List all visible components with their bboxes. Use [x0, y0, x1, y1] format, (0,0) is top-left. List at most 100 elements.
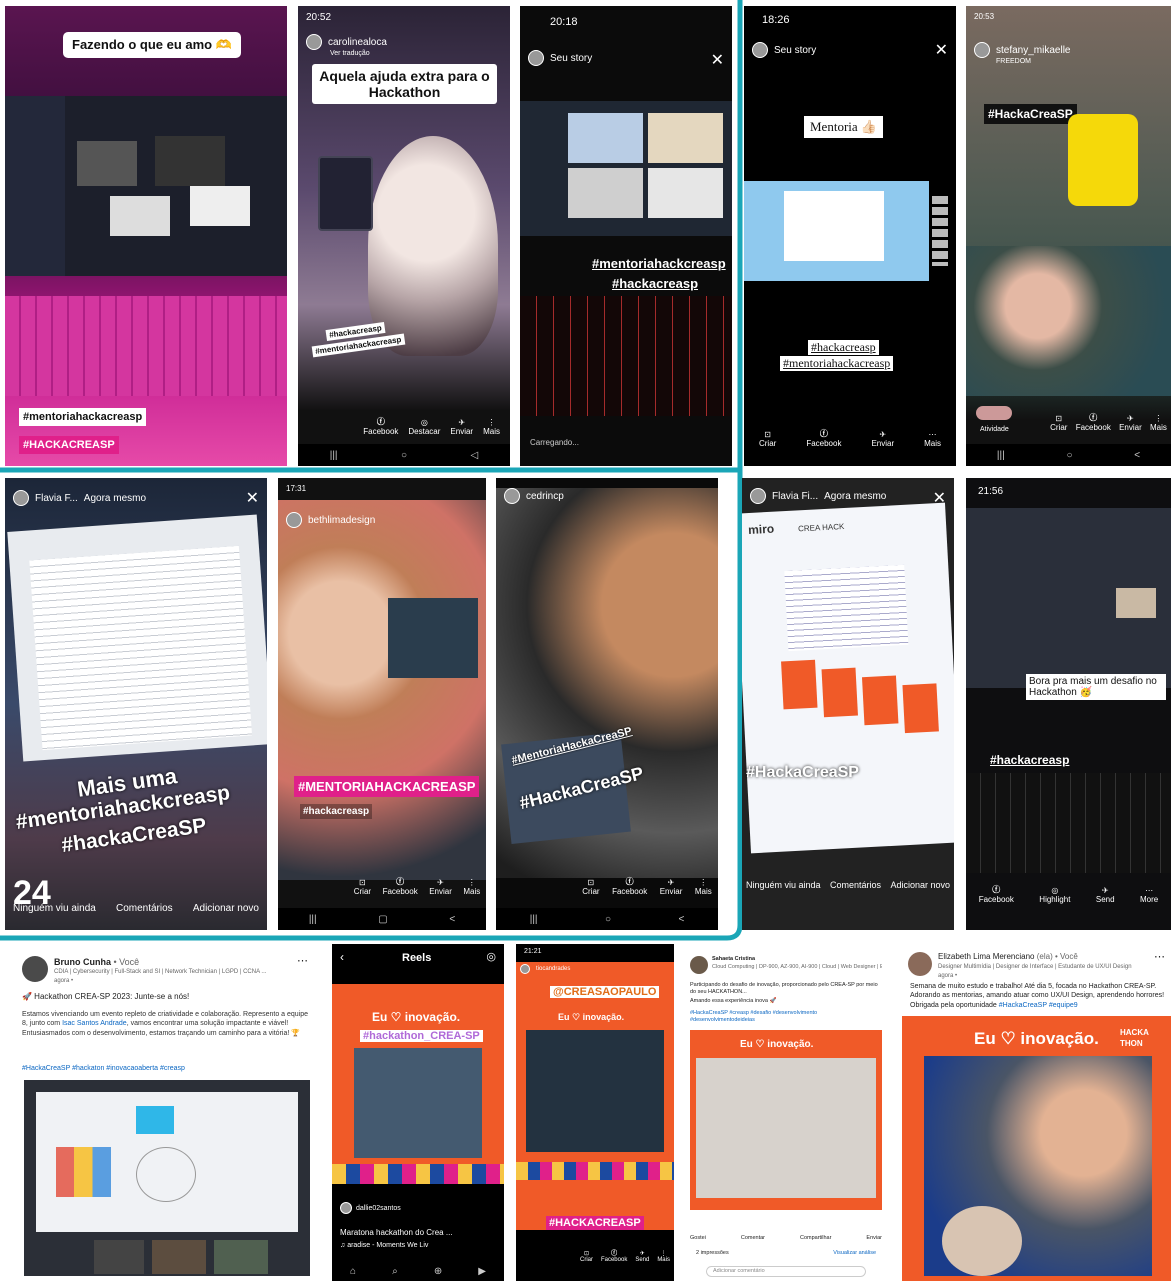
- close-icon[interactable]: ✕: [933, 488, 946, 508]
- share-button[interactable]: Compartilhar: [800, 1235, 831, 1242]
- linkedin-post-1[interactable]: Bruno Cunha • Você CDIA | Cybersecurity …: [18, 950, 314, 1278]
- video-call-tile: [1116, 588, 1156, 618]
- avatar[interactable]: [752, 42, 768, 58]
- close-icon[interactable]: ✕: [935, 40, 948, 60]
- author-name[interactable]: Sahaeta Cristina: [712, 956, 755, 963]
- highlight-button[interactable]: ◎ Highlight: [1039, 886, 1070, 904]
- send-button[interactable]: ✈ Send: [635, 1250, 649, 1263]
- reels-screen[interactable]: ‹ Reels ◎ Eu ♡ inovação. #hackathon_CREA…: [332, 944, 504, 1281]
- recent-apps-icon[interactable]: |||: [997, 450, 1005, 461]
- like-button[interactable]: Gostei: [690, 1235, 706, 1242]
- story-tile-4[interactable]: 18:26 Seu story ✕ Mentoria 👍🏻 #hackacrea…: [744, 6, 956, 466]
- story-username[interactable]: Flavia Fi...: [772, 491, 818, 502]
- more-button[interactable]: ⋯ Mais: [924, 430, 941, 448]
- back-icon[interactable]: <: [1134, 450, 1140, 461]
- post-body: Estamos vivenciando um evento repleto de…: [22, 1011, 309, 1037]
- post-image[interactable]: [24, 1080, 310, 1276]
- status-bar: 18:26: [762, 14, 790, 26]
- avatar[interactable]: [750, 488, 766, 504]
- story-action-bar: ⊡ Criar ⓕ Facebook ✈ Enviar ⋮ Mais: [1046, 400, 1171, 440]
- author-line: Elizabeth Lima Merenciano (ela) • Você: [938, 952, 1078, 963]
- hashtag-sticker: #HackaCreaSP: [984, 104, 1077, 124]
- facebook-button[interactable]: ⓕ Facebook: [979, 884, 1014, 904]
- story-tile-11[interactable]: 21:21 tiocandrades @CREASAOPAULO Eu ♡ in…: [516, 944, 674, 1281]
- more-button[interactable]: ⋯ More: [1140, 886, 1158, 904]
- story-tile-5[interactable]: 20:53 stefany_mikaelle FREEDOM #HackaCre…: [966, 6, 1171, 466]
- sticky-note: [136, 1106, 174, 1134]
- post-image[interactable]: Eu ♡ inovação. HACKA THON: [902, 1016, 1171, 1281]
- home-icon[interactable]: ⌂: [350, 1266, 356, 1277]
- create-button[interactable]: ⊡ Criar: [1050, 414, 1067, 432]
- video-call-tile: [152, 1240, 206, 1274]
- more-options-icon[interactable]: ⋯: [1154, 950, 1165, 965]
- avatar-sticker: [1068, 114, 1138, 206]
- avatar[interactable]: [22, 956, 48, 982]
- facebook-button[interactable]: ⓕ Facebook: [1076, 412, 1111, 432]
- mention-link[interactable]: Isac Santos Andrade: [62, 1020, 127, 1027]
- views-label[interactable]: Ninguém viu ainda: [746, 880, 821, 890]
- linkedin-post-3[interactable]: Elizabeth Lima Merenciano (ela) • Você D…: [902, 946, 1171, 1281]
- story-username[interactable]: stefany_mikaelle: [996, 45, 1070, 56]
- send-button[interactable]: ✈ Enviar: [1119, 414, 1142, 432]
- send-button[interactable]: ✈ Send: [1096, 886, 1115, 904]
- status-bar: 21:21: [524, 948, 542, 955]
- create-icon[interactable]: ⊕: [434, 1266, 442, 1277]
- hashtag-sticker: #hackacreasp: [990, 753, 1070, 767]
- hashtags[interactable]: #HackaCreaSP #hackaton #inovacaoaberta #…: [22, 1064, 185, 1073]
- reel-author[interactable]: dallie02santos: [340, 1202, 401, 1214]
- create-button[interactable]: ⊡ Criar: [759, 430, 776, 448]
- create-button[interactable]: ⊡ Criar: [580, 1250, 593, 1263]
- crea-website: [784, 191, 884, 261]
- music-label[interactable]: ♫ aradise - Moments We Liv: [340, 1242, 428, 1249]
- hashtags[interactable]: #HackaCreaSP #equipe9: [999, 1002, 1078, 1009]
- author-name[interactable]: Elizabeth Lima Merenciano: [938, 952, 1035, 961]
- facebook-button[interactable]: ⓕ Facebook: [601, 1248, 627, 1263]
- miro-screen: miro CREA HACK: [742, 502, 954, 854]
- hackathon-logo: HACKA THON: [1120, 1028, 1149, 1048]
- more-options-icon[interactable]: ⋯: [297, 954, 308, 969]
- activity-link[interactable]: Atividade: [980, 426, 1009, 433]
- frame-headline: Eu ♡ inovação.: [372, 1010, 461, 1024]
- pattern-strip: [332, 1164, 504, 1184]
- add-new-button[interactable]: Adicionar novo: [890, 880, 950, 890]
- comment-button[interactable]: Comentar: [741, 1235, 765, 1242]
- comment-input[interactable]: Adicionar comentário: [706, 1266, 866, 1278]
- story-action-bar: ⊡ Criar ⓕ Facebook ✈ Enviar ⋯ Mais: [744, 416, 956, 456]
- reels-icon[interactable]: ▶: [478, 1266, 486, 1277]
- send-button[interactable]: ✈ Enviar: [871, 430, 894, 448]
- post-title: 🚀 Hackathon CREA-SP 2023: Junte-se a nós…: [22, 992, 190, 1001]
- author-name[interactable]: Bruno Cunha: [54, 957, 111, 967]
- analytics-link[interactable]: Visualizar análise: [833, 1250, 876, 1257]
- photo: [354, 1048, 482, 1158]
- sticky-card: [861, 675, 899, 726]
- story-action-bar: ⓕ Facebook ◎ Highlight ✈ Send ⋯ More: [966, 872, 1171, 912]
- hashtags[interactable]: #HackaCreaSP #creasp #desafio #desenvolv…: [690, 1010, 880, 1025]
- frame-headline: Eu ♡ inovação.: [558, 1012, 625, 1022]
- story-tile-10[interactable]: 21:56 Bora pra mais um desafio no Hackat…: [966, 478, 1171, 930]
- avatar[interactable]: [520, 964, 530, 974]
- facebook-button[interactable]: ⓕ Facebook: [806, 428, 841, 448]
- send-button[interactable]: Enviar: [866, 1235, 882, 1242]
- author-headline: Cloud Computing | DP-900, AZ-900, AI-900…: [712, 964, 882, 970]
- more-button[interactable]: ⋮ Mais: [1150, 414, 1167, 432]
- monitor-screen: [744, 181, 929, 281]
- story-footer: Ninguém viu ainda Comentários Adicionar …: [742, 880, 954, 890]
- camera-icon[interactable]: ◎: [486, 950, 496, 963]
- home-icon[interactable]: ○: [1066, 450, 1072, 461]
- search-icon[interactable]: ⌕: [392, 1266, 398, 1277]
- story-username[interactable]: Seu story: [774, 45, 816, 56]
- linkedin-post-2[interactable]: Sahaeta Cristina Cloud Computing | DP-90…: [686, 950, 886, 1280]
- story-tile-9[interactable]: miro CREA HACK Flavia Fi... Agora mesmo ✕…: [742, 478, 954, 930]
- avatar[interactable]: [690, 956, 708, 974]
- more-button[interactable]: ⋮ Mais: [657, 1250, 670, 1263]
- post-image[interactable]: Eu ♡ inovação.: [690, 1030, 882, 1210]
- hashtag-sticker: #hackathon_CREA-SP: [360, 1030, 483, 1042]
- monitor-screen: [966, 508, 1171, 688]
- back-icon[interactable]: ‹: [340, 950, 344, 964]
- avatar[interactable]: [974, 42, 990, 58]
- avatar[interactable]: [908, 952, 932, 976]
- comments-button[interactable]: Comentários: [830, 880, 881, 890]
- story-username[interactable]: tiocandrades: [536, 966, 570, 972]
- author-line: Bruno Cunha • Você: [54, 956, 139, 968]
- music-label[interactable]: FREEDOM: [996, 58, 1031, 65]
